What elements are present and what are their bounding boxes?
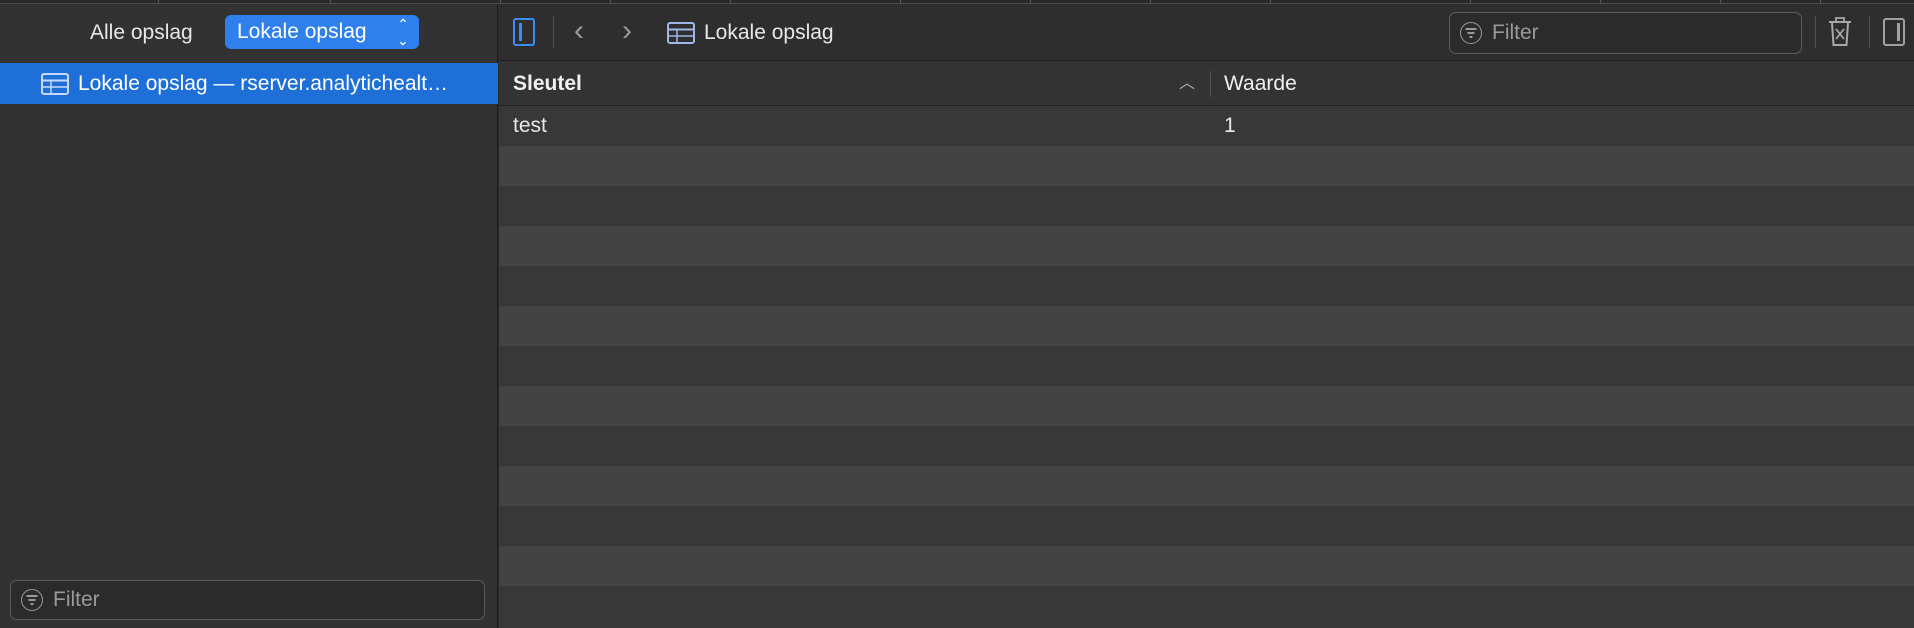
column-divider[interactable] — [1210, 71, 1211, 97]
strip-tick — [1030, 0, 1031, 3]
empty-row — [499, 466, 1914, 506]
toolbar-divider — [1815, 16, 1816, 48]
strip-tick — [500, 0, 501, 3]
empty-row — [499, 426, 1914, 466]
empty-row — [499, 346, 1914, 386]
table-header: Sleutel ︿ Waarde — [499, 61, 1914, 106]
empty-row — [499, 546, 1914, 586]
cell-key: test — [513, 114, 547, 137]
sidebar-toggle-icon[interactable] — [513, 18, 535, 46]
sidebar-filter-placeholder: Filter — [53, 588, 100, 611]
empty-row — [499, 186, 1914, 226]
toolbar-divider — [553, 16, 554, 48]
sidebar-filter-input[interactable]: Filter — [10, 580, 485, 620]
strip-tick — [158, 0, 159, 3]
cell-value: 1 — [1224, 114, 1236, 137]
storage-main-panel: ‹ › Lokale opslag Filter Sleutel ︿ Waard… — [499, 4, 1914, 628]
empty-row — [499, 226, 1914, 266]
empty-row — [499, 586, 1914, 626]
strip-tick — [1150, 0, 1151, 3]
table-body: test 1 — [499, 106, 1914, 628]
back-icon[interactable]: ‹ — [569, 16, 589, 48]
empty-row — [499, 386, 1914, 426]
empty-row — [499, 266, 1914, 306]
sidebar-item-label: Lokale opslag — rserver.analytichealt… — [78, 72, 449, 95]
column-header-value[interactable]: Waarde — [1224, 61, 1297, 106]
trash-icon[interactable] — [1827, 17, 1853, 47]
toolbar: ‹ › Lokale opslag Filter — [499, 4, 1914, 61]
strip-tick — [330, 0, 331, 3]
table-icon — [41, 73, 69, 101]
filter-placeholder: Filter — [1492, 21, 1539, 44]
toolbar-divider — [1869, 16, 1870, 48]
strip-tick — [1720, 0, 1721, 3]
empty-row — [499, 506, 1914, 546]
table-icon — [667, 22, 695, 50]
column-header-key[interactable]: Sleutel — [513, 61, 582, 106]
scope-all-storage[interactable]: Alle opslag — [90, 18, 193, 48]
filter-icon — [1460, 22, 1482, 44]
filter-input[interactable]: Filter — [1449, 12, 1802, 54]
table-row[interactable]: test 1 — [499, 106, 1914, 146]
chevron-updown-icon: ⌃ ⌃ — [397, 16, 409, 48]
sort-ascending-icon[interactable]: ︿ — [1179, 61, 1195, 106]
strip-tick — [1470, 0, 1471, 3]
filter-icon — [21, 589, 43, 611]
strip-tick — [610, 0, 611, 3]
inspector-toggle-icon[interactable] — [1883, 18, 1905, 46]
scope-local-storage-popup[interactable]: Lokale opslag ⌃ ⌃ — [225, 15, 419, 49]
forward-icon[interactable]: › — [617, 16, 637, 48]
strip-tick — [900, 0, 901, 3]
strip-tick — [730, 0, 731, 3]
empty-row — [499, 146, 1914, 186]
scope-local-label: Lokale opslag — [237, 20, 367, 43]
sidebar-item-local-storage[interactable]: Lokale opslag — rserver.analytichealt… — [0, 63, 498, 104]
strip-tick — [1600, 0, 1601, 3]
scope-bar: Alle opslag Lokale opslag ⌃ ⌃ — [0, 4, 498, 60]
strip-tick — [1270, 0, 1271, 3]
empty-row — [499, 306, 1914, 346]
strip-tick — [1820, 0, 1821, 3]
storage-sidebar: Alle opslag Lokale opslag ⌃ ⌃ Lokale opsl… — [0, 4, 498, 628]
storage-title: Lokale opslag — [704, 21, 834, 44]
